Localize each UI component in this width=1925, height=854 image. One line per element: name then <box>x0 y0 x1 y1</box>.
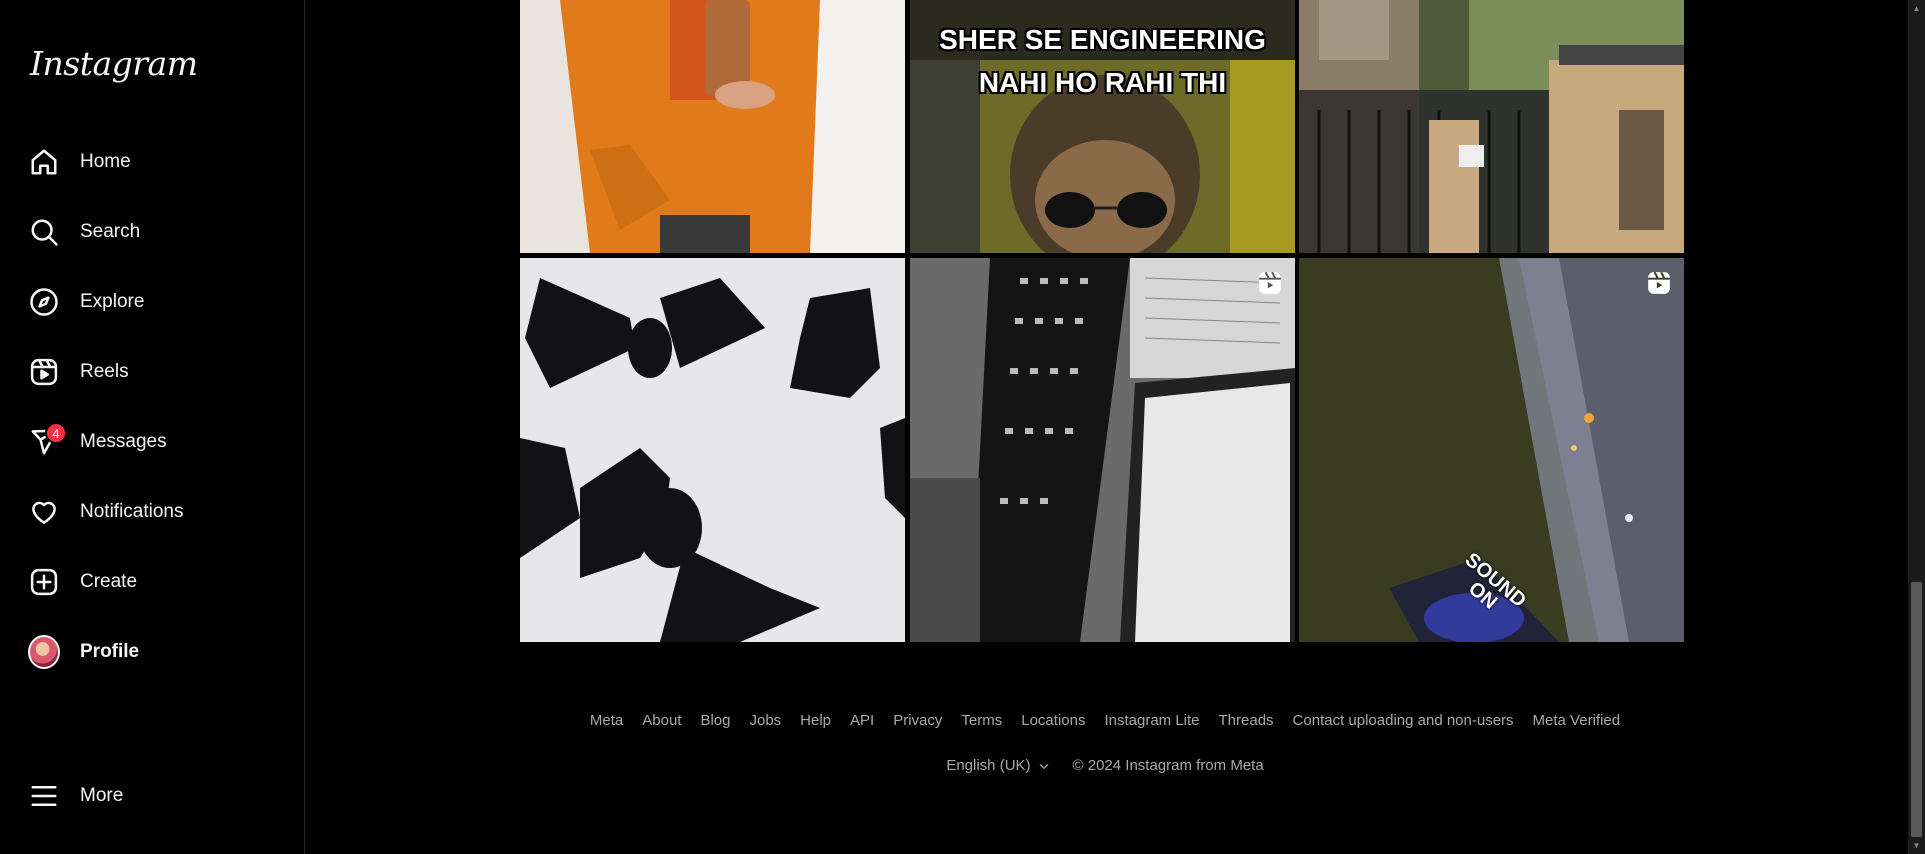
heart-icon <box>28 496 60 528</box>
sidebar: Instagram Home Search Explore Reels 4 Me… <box>0 0 305 854</box>
footer-link-api[interactable]: API <box>850 712 874 729</box>
sidebar-item-label: Home <box>80 151 131 172</box>
hamburger-menu-icon <box>28 780 60 812</box>
reels-icon <box>1257 270 1283 296</box>
unread-badge: 4 <box>45 422 67 444</box>
profile-icon <box>28 635 60 669</box>
search-icon <box>28 216 60 248</box>
post-tile[interactable]: SHER SE ENGINEERING NAHI HO RAHI THI <box>910 0 1295 253</box>
language-label: English (UK) <box>946 757 1031 774</box>
footer-link-locations[interactable]: Locations <box>1021 712 1085 729</box>
post-thumbnail-image <box>910 258 1295 642</box>
post-thumbnail-image <box>520 258 905 642</box>
footer-link-instagram-lite[interactable]: Instagram Lite <box>1104 712 1199 729</box>
footer-link-blog[interactable]: Blog <box>700 712 730 729</box>
post-tile[interactable]: SOUND ON <box>1299 258 1684 642</box>
scroll-up-arrow-icon[interactable]: ▲ <box>1908 0 1925 17</box>
footer-link-privacy[interactable]: Privacy <box>893 712 942 729</box>
language-selector[interactable]: English (UK) <box>946 757 1050 774</box>
home-icon <box>28 146 60 178</box>
footer-link-meta-verified[interactable]: Meta Verified <box>1533 712 1621 729</box>
sidebar-item-home[interactable]: Home <box>28 138 288 186</box>
plus-square-icon <box>28 566 60 598</box>
footer-link-jobs[interactable]: Jobs <box>749 712 781 729</box>
sidebar-item-label: Search <box>80 221 141 242</box>
sidebar-item-profile[interactable]: Profile <box>28 628 288 676</box>
sidebar-item-more[interactable]: More <box>28 772 288 820</box>
footer-link-threads[interactable]: Threads <box>1219 712 1274 729</box>
sidebar-item-search[interactable]: Search <box>28 208 288 256</box>
footer-link-about[interactable]: About <box>642 712 681 729</box>
sidebar-item-create[interactable]: Create <box>28 558 288 606</box>
post-thumbnail-image <box>520 0 905 253</box>
sidebar-item-messages[interactable]: 4 Messages <box>28 418 288 466</box>
post-thumbnail-image <box>1299 0 1684 253</box>
scroll-down-arrow-icon[interactable]: ▼ <box>1908 837 1925 854</box>
scrollbar-thumb[interactable] <box>1911 582 1922 837</box>
meme-caption-line: SHER SE ENGINEERING <box>939 24 1266 55</box>
sidebar-item-label: Messages <box>80 431 167 452</box>
post-tile[interactable] <box>1299 0 1684 253</box>
post-tile[interactable] <box>520 258 905 642</box>
chevron-down-icon <box>1039 763 1049 769</box>
footer-bottom: English (UK) © 2024 Instagram from Meta <box>305 757 1905 774</box>
sidebar-item-reels[interactable]: Reels <box>28 348 288 396</box>
post-tile[interactable] <box>910 258 1295 642</box>
compass-icon <box>28 286 60 318</box>
footer-link-meta[interactable]: Meta <box>590 712 623 729</box>
footer-link-contact-uploading[interactable]: Contact uploading and non-users <box>1293 712 1514 729</box>
sidebar-item-label: Notifications <box>80 501 184 522</box>
sidebar-item-label: More <box>80 785 124 806</box>
footer-link-terms[interactable]: Terms <box>961 712 1002 729</box>
copyright-text: © 2024 Instagram from Meta <box>1072 757 1264 774</box>
sidebar-item-label: Explore <box>80 291 145 312</box>
instagram-logo[interactable]: Instagram <box>30 44 198 83</box>
sidebar-item-label: Create <box>80 571 138 592</box>
sidebar-item-label: Reels <box>80 361 129 382</box>
avatar <box>28 635 60 669</box>
reels-icon <box>1646 270 1672 296</box>
sidebar-item-explore[interactable]: Explore <box>28 278 288 326</box>
post-tile[interactable] <box>520 0 905 253</box>
page-scrollbar[interactable]: ▲ ▼ <box>1908 0 1925 854</box>
reels-icon <box>28 356 60 388</box>
sidebar-item-notifications[interactable]: Notifications <box>28 488 288 536</box>
sidebar-item-label: Profile <box>80 641 140 662</box>
meme-caption-line: NAHI HO RAHI THI <box>978 67 1227 98</box>
footer-link-help[interactable]: Help <box>800 712 831 729</box>
footer-links: Meta About Blog Jobs Help API Privacy Te… <box>305 712 1905 729</box>
messenger-icon: 4 <box>28 422 67 458</box>
